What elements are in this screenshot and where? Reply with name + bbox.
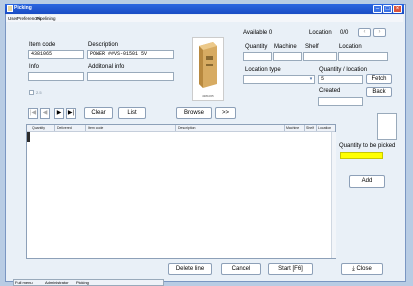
item-code-field[interactable]: 4381065 — [28, 50, 84, 59]
app-icon — [7, 5, 13, 12]
location-type-select[interactable] — [243, 75, 315, 84]
machine-field[interactable] — [273, 52, 302, 61]
location-column-label: Location — [339, 44, 362, 50]
product-image: 4381065 — [192, 37, 224, 101]
chevron-down-icon[interactable]: ▾ — [308, 76, 314, 83]
col-machine[interactable]: Machine — [286, 125, 299, 131]
option-checkbox[interactable] — [29, 90, 34, 95]
col-shelf[interactable]: Shelf — [306, 125, 314, 131]
window-title: Picking — [14, 5, 32, 11]
prev-record-button[interactable]: ◀ — [40, 108, 50, 119]
cancel-button[interactable]: Cancel — [221, 263, 261, 275]
info-label: Info — [29, 64, 40, 70]
image-caption: 4381065 — [202, 94, 214, 98]
option-checkbox-label: 2.5 — [36, 90, 42, 95]
col-quantity[interactable]: Quantity — [32, 125, 45, 131]
created-field[interactable] — [318, 97, 363, 106]
qty-to-pick-label: Quantity to be picked — [339, 143, 396, 149]
preview-box — [377, 113, 397, 140]
title-bar — [5, 4, 404, 14]
start-button[interactable]: Start [F6] — [268, 263, 313, 275]
grid-scrollbar[interactable] — [331, 132, 336, 258]
picking-grid[interactable] — [26, 124, 336, 259]
col-location[interactable]: Location — [318, 125, 331, 131]
shelf-label: Shelf — [305, 44, 319, 50]
quantity-label: Quantity — [245, 44, 268, 50]
close-button[interactable]: ⤓ Close — [341, 263, 383, 275]
description-field[interactable]: POWER ##VS-01501 5V — [87, 50, 174, 59]
minimize-button[interactable]: – — [373, 5, 382, 13]
more-button[interactable]: >> — [215, 107, 236, 119]
menu-pipelining[interactable]: Pipelining — [36, 16, 56, 21]
col-description[interactable]: Description — [178, 125, 196, 131]
item-code-label: Item code — [29, 42, 56, 48]
fetch-button[interactable]: Fetch — [366, 74, 392, 84]
close-window-button[interactable]: × — [393, 5, 402, 13]
col-separator — [316, 125, 317, 131]
available-label: Available 0 — [243, 30, 273, 36]
list-button[interactable]: List — [118, 107, 146, 119]
tab-full-menu[interactable]: Full menu — [15, 280, 33, 285]
first-record-button[interactable]: |◀ — [28, 108, 38, 119]
additional-info-field[interactable] — [87, 72, 174, 81]
info-field[interactable] — [28, 72, 84, 81]
col-separator — [85, 125, 86, 131]
menu-bar — [6, 15, 403, 22]
qty-per-location-label: Quantity / location — [319, 67, 368, 73]
back-button[interactable]: Back — [366, 87, 392, 97]
browse-button[interactable]: Browse — [176, 107, 212, 119]
prev-location-button[interactable]: ‹ — [358, 28, 371, 37]
qty-to-pick-field[interactable] — [340, 152, 383, 159]
col-item-code[interactable]: Item code — [88, 125, 103, 131]
machine-label: Machine — [274, 44, 297, 50]
qty-per-location-field[interactable]: 5 — [318, 75, 363, 84]
created-label: Created — [319, 88, 341, 94]
close-label: Close — [356, 266, 372, 272]
col-separator — [284, 125, 285, 131]
location-label: Location — [309, 30, 332, 36]
location-count: 0/0 — [340, 30, 349, 36]
quantity-field[interactable] — [243, 52, 272, 61]
power-supply-picture — [199, 42, 217, 88]
maximize-button[interactable]: □ — [383, 5, 392, 13]
delete-line-button[interactable]: Delete line — [168, 263, 212, 275]
col-separator — [54, 125, 55, 131]
row-indicator — [27, 132, 30, 142]
col-delivered[interactable]: Delivered — [57, 125, 72, 131]
add-button[interactable]: Add — [349, 175, 385, 188]
col-separator — [175, 125, 176, 131]
next-record-button[interactable]: ▶ — [54, 108, 64, 119]
description-label: Description — [88, 42, 119, 48]
next-location-button[interactable]: › — [373, 28, 386, 37]
clear-button[interactable]: Clear — [84, 107, 113, 119]
shelf-field[interactable] — [303, 52, 337, 61]
col-separator — [304, 125, 305, 131]
additional-info-label: Additonal info — [88, 64, 125, 70]
location-type-label: Location type — [245, 67, 281, 73]
location-field[interactable] — [338, 52, 388, 61]
tab-administrator[interactable]: Administrator — [45, 280, 69, 285]
last-record-button[interactable]: ▶| — [66, 108, 76, 119]
tab-picking[interactable]: Picking — [76, 280, 89, 285]
